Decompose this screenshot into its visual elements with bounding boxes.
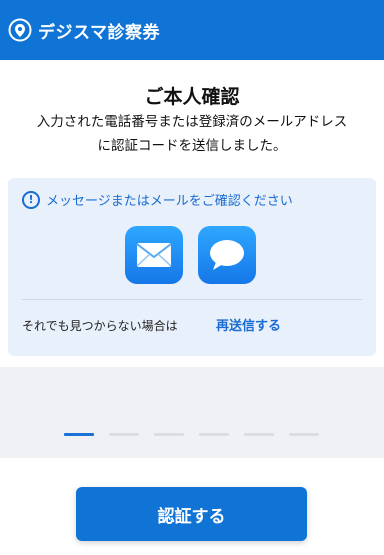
notice-row: ! メッセージまたはメールをご確認ください	[22, 190, 293, 209]
resend-link[interactable]: 再送信する	[216, 315, 281, 334]
brand-logo-icon	[8, 18, 32, 42]
not-found-text: それでも見つからない場合は	[22, 319, 178, 333]
step-1	[64, 433, 94, 436]
mail-app-icon[interactable]	[125, 226, 183, 284]
step-5	[244, 433, 274, 436]
messages-app-icon[interactable]	[198, 226, 256, 284]
divider	[22, 299, 362, 300]
description-line-1: 入力された電話番号または登録済のメールアドレス	[36, 114, 348, 130]
step-2	[109, 433, 139, 436]
alert-circle-icon: !	[22, 190, 40, 209]
brand-name: デジスマ診察券	[38, 22, 160, 43]
app-header: デジスマ診察券	[0, 0, 384, 60]
step-4	[199, 433, 229, 436]
description: 入力された電話番号または登録済のメールアドレス に認証コードを送信しました。	[0, 110, 384, 158]
notice-text: メッセージまたはメールをご確認ください	[46, 194, 293, 209]
step-6	[289, 433, 319, 436]
step-3	[154, 433, 184, 436]
verify-button[interactable]: 認証する	[76, 487, 307, 541]
step-indicator	[64, 433, 319, 436]
verification-info-card: ! メッセージまたはメールをご確認ください それでも見つからない場合は 再送信す…	[8, 178, 376, 356]
description-line-2: に認証コードを送信しました。	[97, 138, 287, 154]
page-title: ご本人確認	[144, 86, 240, 108]
